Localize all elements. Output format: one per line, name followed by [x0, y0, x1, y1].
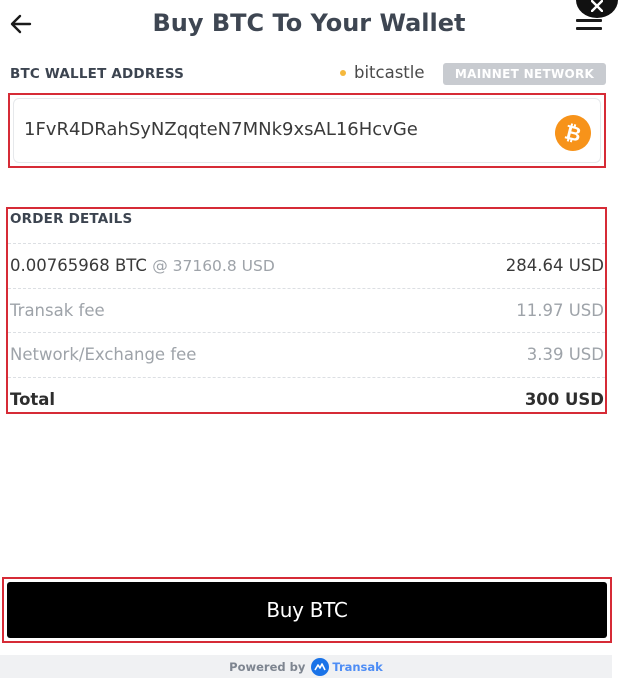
bitcoin-icon: ₿ [551, 111, 595, 155]
transak-brand-name: Transak [332, 659, 383, 674]
crypto-amount-value: 284.64 USD [505, 256, 604, 275]
buy-btc-button[interactable]: Buy BTC [7, 582, 607, 638]
hamburger-menu-icon [576, 27, 602, 30]
transak-logo-icon [311, 657, 330, 676]
wallet-address-label: BTC WALLET ADDRESS [10, 66, 185, 82]
powered-by-footer: Powered by Transak [0, 655, 612, 678]
total-label: Total [10, 390, 56, 409]
menu-button[interactable] [576, 10, 604, 38]
wallet-address-field[interactable]: 1FvR4DRahSyNZqqteN7MNk9xsAL16HcvGe ₿ [13, 98, 601, 163]
crypto-amount: 0.00765968 BTC [10, 256, 147, 275]
buy-button-highlight: Buy BTC [2, 577, 612, 643]
hamburger-menu-icon [576, 19, 602, 22]
status-dot-icon [340, 69, 346, 76]
order-details: ORDER DETAILS 0.00765968 BTC @ 37160.8 U… [6, 207, 607, 414]
wallet-address-value: 1FvR4DRahSyNZqqteN7MNk9xsAL16HcvGe [24, 119, 418, 140]
network-badge: MAINNET NETWORK [443, 63, 606, 85]
order-row-network-fee: Network/Exchange fee 3.39 USD [8, 332, 605, 376]
transak-fee-label: Transak fee [10, 301, 105, 320]
order-row-total: Total 300 USD [8, 377, 605, 421]
order-row-transak-fee: Transak fee 11.97 USD [8, 288, 605, 332]
wallet-provider-name: bitcastle [354, 63, 425, 82]
network-fee-value: 3.39 USD [526, 345, 604, 364]
order-details-title: ORDER DETAILS [10, 211, 133, 227]
transak-fee-value: 11.97 USD [516, 301, 604, 320]
order-row-crypto-amount: 0.00765968 BTC @ 37160.8 USD 284.64 USD [8, 243, 605, 287]
wallet-address-header: BTC WALLET ADDRESS bitcastle MAINNET NET… [10, 62, 606, 86]
network-fee-label: Network/Exchange fee [10, 345, 197, 364]
wallet-address-highlight: 1FvR4DRahSyNZqqteN7MNk9xsAL16HcvGe ₿ [8, 93, 606, 168]
powered-by-text: Powered by [229, 659, 306, 674]
page-title: Buy BTC To Your Wallet [152, 9, 466, 37]
exchange-rate: @ 37160.8 USD [152, 257, 275, 275]
total-value: 300 USD [524, 390, 604, 409]
wallet-provider: bitcastle [340, 63, 425, 82]
header: Buy BTC To Your Wallet [0, 0, 618, 50]
